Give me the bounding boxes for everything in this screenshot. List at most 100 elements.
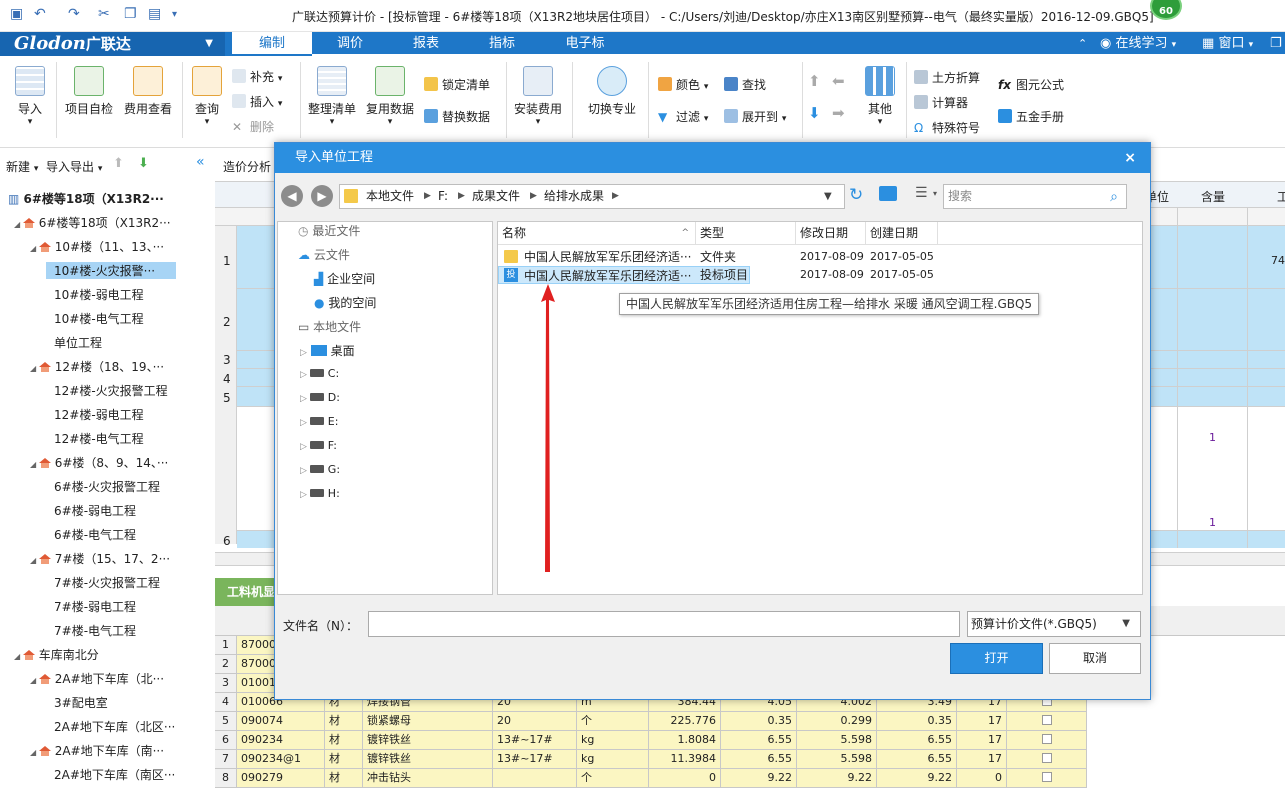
fee-check-button[interactable]: 费用查看 xyxy=(120,66,176,117)
table-cell-p3[interactable]: 6.55 xyxy=(877,731,957,750)
tree-item[interactable]: 12#楼-弱电工程 xyxy=(54,406,144,423)
nav-drive[interactable]: ▷ D: xyxy=(300,390,340,404)
collapse-ribbon-icon[interactable]: ⌃ xyxy=(1078,32,1087,56)
file-row-project-meta[interactable]: 投标项目 2017-08-09 2017-05-05 xyxy=(700,266,940,284)
table-cell-name[interactable]: 锁紧螺母 xyxy=(363,712,493,731)
tree-group[interactable]: ◢ 2A#地下车库（南··· xyxy=(30,742,164,759)
collapse-triangle-icon[interactable]: ◢ xyxy=(30,676,39,685)
column-type[interactable]: 类型 xyxy=(696,222,796,244)
breadcrumb-segment[interactable]: 本地文件 xyxy=(366,185,414,208)
nav-drive[interactable]: ▷ G: xyxy=(300,462,340,476)
tab-indicator[interactable]: 指标 xyxy=(464,32,540,56)
tree-item[interactable]: 6#楼-电气工程 xyxy=(54,526,136,543)
insert-button[interactable]: 插入 ▾ xyxy=(232,93,282,110)
table-cell-type[interactable]: 材 xyxy=(325,750,363,769)
nav-desktop[interactable]: ▷ 桌面 xyxy=(300,342,355,359)
nav-cloud-files[interactable]: ☁ 云文件 xyxy=(298,246,350,263)
cut-icon[interactable]: ✂ xyxy=(98,6,110,22)
tab-material-display[interactable]: 工料机显 xyxy=(215,578,281,606)
tree-group[interactable]: ◢ 6#楼（8、9、14、··· xyxy=(30,454,168,471)
query-button[interactable]: 查询 ▾ xyxy=(188,66,226,127)
supplement-button[interactable]: 补充 ▾ xyxy=(232,68,282,85)
tree-group[interactable]: ◢ 6#楼等18项（X13R2··· xyxy=(14,214,171,231)
tree-group[interactable]: ◢ 2A#地下车库（北··· xyxy=(30,670,164,687)
tree-item[interactable]: 单位工程 xyxy=(54,334,102,351)
table-cell-type[interactable]: 材 xyxy=(325,712,363,731)
table-cell-qty[interactable]: 0 xyxy=(649,769,721,788)
tree-item[interactable]: 10#楼-火灾报警··· xyxy=(46,262,176,279)
find-button[interactable]: 查找 xyxy=(724,76,766,93)
tab-adjust-price[interactable]: 调价 xyxy=(312,32,388,56)
calculator-button[interactable]: 计算器 xyxy=(914,94,968,111)
table-cell-unit[interactable]: kg xyxy=(577,731,649,750)
tree-item[interactable]: 10#楼-弱电工程 xyxy=(54,286,144,303)
collapse-triangle-icon[interactable]: ◢ xyxy=(30,556,39,565)
score-badge[interactable]: 60 xyxy=(1150,0,1182,20)
redo-icon[interactable]: ↷ xyxy=(68,6,80,22)
table-cell-p1[interactable]: 0.35 xyxy=(721,712,797,731)
filetype-select[interactable]: 预算计价文件(*.GBQ5) ▼ xyxy=(967,611,1141,637)
new-button[interactable]: 新建 ▾ xyxy=(6,158,38,175)
table-row-checkbox-cell[interactable] xyxy=(1007,712,1087,731)
move-down-icon[interactable]: ⬇ xyxy=(808,104,821,122)
arrow-down-icon[interactable]: ⬇ xyxy=(138,156,149,171)
nav-local-files[interactable]: ▭ 本地文件 xyxy=(298,318,361,335)
table-cell-qty[interactable]: 225.776 xyxy=(649,712,721,731)
table-cell-p2[interactable]: 5.598 xyxy=(797,731,877,750)
new-folder-icon[interactable] xyxy=(879,186,897,201)
table-cell-p2[interactable]: 9.22 xyxy=(797,769,877,788)
table-row-checkbox-cell[interactable] xyxy=(1007,731,1087,750)
table-row-checkbox-cell[interactable] xyxy=(1007,750,1087,769)
tree-item[interactable]: 12#楼-火灾报警工程 xyxy=(54,382,168,399)
tree-group[interactable]: ◢ 车库南北分 xyxy=(14,646,99,663)
save-icon[interactable]: ▣ xyxy=(10,6,23,22)
checkbox[interactable] xyxy=(1041,772,1052,782)
tree-item[interactable]: 12#楼-电气工程 xyxy=(54,430,144,447)
nav-drive[interactable]: ▷ F: xyxy=(300,438,337,452)
move-left-icon[interactable]: ⬅ xyxy=(832,72,845,90)
earthwork-button[interactable]: 土方折算 xyxy=(914,69,980,86)
open-button[interactable]: 打开 xyxy=(950,643,1043,674)
table-cell-code[interactable]: 090234 xyxy=(237,731,325,750)
lock-list-button[interactable]: 锁定清单 xyxy=(424,76,490,93)
checkbox[interactable] xyxy=(1041,734,1052,744)
self-check-button[interactable]: 项目自检 xyxy=(62,66,116,117)
table-cell-tax[interactable]: 17 xyxy=(957,731,1007,750)
install-fee-button[interactable]: 安装费用 ▾ xyxy=(512,66,564,127)
nav-enterprise-space[interactable]: ▟ 企业空间 xyxy=(314,270,375,287)
collapse-panel-icon[interactable]: « xyxy=(196,154,205,170)
app-logo-menu[interactable]: Glodon广联达 ▼ xyxy=(0,32,225,56)
special-char-button[interactable]: Ω 特殊符号 xyxy=(914,119,980,136)
table-cell-unit[interactable]: kg xyxy=(577,750,649,769)
table-cell-tax[interactable]: 17 xyxy=(957,750,1007,769)
collapse-triangle-icon[interactable]: ◢ xyxy=(30,460,39,469)
collapse-triangle-icon[interactable]: ◢ xyxy=(14,220,23,229)
collapse-triangle-icon[interactable]: ◢ xyxy=(14,652,23,661)
filter-button[interactable]: ▼ 过滤 ▾ xyxy=(658,108,708,125)
nav-drive[interactable]: ▷ E: xyxy=(300,414,338,428)
tab-e-bid[interactable]: 电子标 xyxy=(540,32,630,56)
column-modified[interactable]: 修改日期 xyxy=(796,222,866,244)
table-row-checkbox-cell[interactable] xyxy=(1007,769,1087,788)
address-dropdown-icon[interactable]: ▼ xyxy=(824,185,832,208)
online-learning-button[interactable]: ◉ 在线学习 ▾ xyxy=(1100,32,1176,57)
chevron-down-icon[interactable]: ▾ xyxy=(933,189,937,198)
nav-recent-files[interactable]: ◷ 最近文件 xyxy=(298,222,360,239)
view-mode-icon[interactable]: ☰ xyxy=(915,185,928,201)
paste-icon[interactable]: ▤ xyxy=(148,6,161,22)
tab-report[interactable]: 报表 xyxy=(388,32,464,56)
cancel-button[interactable]: 取消 xyxy=(1049,643,1141,674)
import-export-button[interactable]: 导入导出 ▾ xyxy=(46,158,102,175)
organize-list-button[interactable]: 整理清单 ▾ xyxy=(306,66,358,127)
column-created[interactable]: 创建日期 xyxy=(866,222,938,244)
table-cell-qty[interactable]: 1.8084 xyxy=(649,731,721,750)
search-icon[interactable]: ⌕ xyxy=(1110,186,1118,209)
tree-group[interactable]: ◢ 12#楼（18、19、··· xyxy=(30,358,164,375)
table-cell-p3[interactable]: 6.55 xyxy=(877,750,957,769)
table-cell-qty[interactable]: 11.3984 xyxy=(649,750,721,769)
hardware-manual-button[interactable]: 五金手册 xyxy=(998,108,1064,125)
arrow-up-icon[interactable]: ⬆ xyxy=(113,156,124,171)
tree-item[interactable]: 3#配电室 xyxy=(54,694,108,711)
replace-data-button[interactable]: 替换数据 xyxy=(424,108,490,125)
tree-group[interactable]: ◢ 7#楼（15、17、2··· xyxy=(30,550,170,567)
